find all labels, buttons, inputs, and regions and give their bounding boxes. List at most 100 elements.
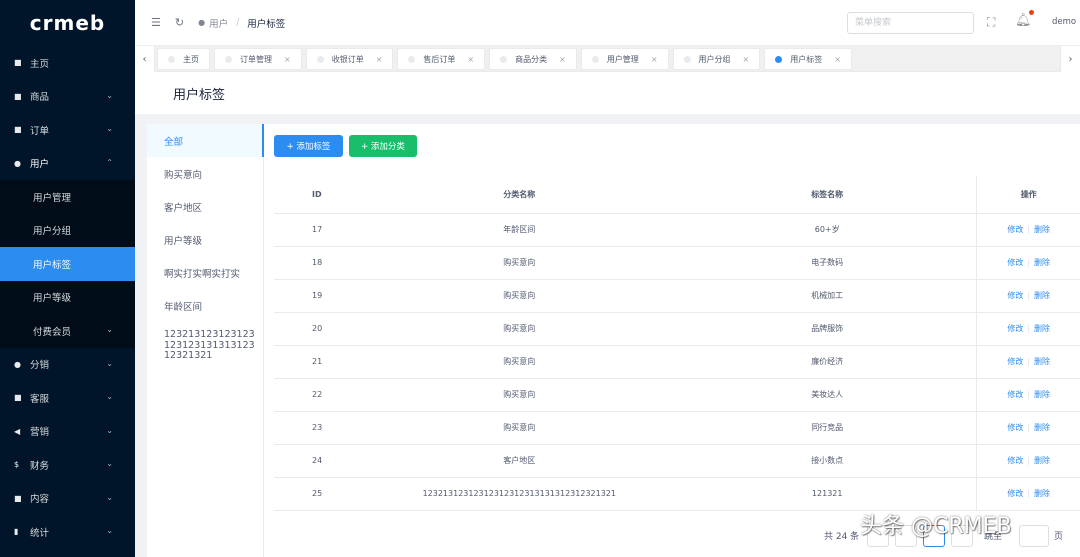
sidebar-item[interactable]: ● 用户 ⌃: [0, 147, 135, 181]
cell-ops: 修改 | 删除: [976, 444, 1080, 478]
bell-icon[interactable]: 🔔︎: [1015, 13, 1032, 28]
pager-total: 共 24 条: [824, 532, 860, 542]
header-id: ID: [274, 176, 361, 214]
add-tag-button[interactable]: + 添加标签: [274, 135, 343, 157]
tab-scroll-left-icon[interactable]: ‹: [135, 46, 155, 72]
chevron-icon: ⌄: [106, 90, 113, 100]
delete-link[interactable]: 删除: [1034, 291, 1050, 300]
edit-link[interactable]: 修改: [1007, 423, 1023, 432]
close-icon[interactable]: ×: [651, 55, 658, 64]
close-icon[interactable]: ×: [284, 55, 291, 64]
cell-tag: 美妆达人: [678, 378, 977, 412]
close-icon[interactable]: ×: [467, 55, 474, 64]
sidebar-subitem[interactable]: 用户分组: [0, 214, 135, 248]
cell-id: 25: [274, 477, 361, 511]
delete-link[interactable]: 删除: [1034, 456, 1050, 465]
edit-link[interactable]: 修改: [1007, 456, 1023, 465]
close-icon[interactable]: ×: [376, 55, 383, 64]
category-item[interactable]: 购买意向: [147, 157, 263, 190]
breadcrumb-current: 用户标签: [247, 18, 286, 30]
tab-dot-icon: [225, 55, 232, 63]
category-item[interactable]: 年龄区间: [147, 289, 263, 322]
tab[interactable]: 收银订单 ×: [305, 48, 394, 70]
cell-category: 购买意向: [360, 312, 678, 346]
edit-link[interactable]: 修改: [1007, 390, 1023, 399]
chevron-icon: ⌄: [106, 124, 113, 133]
edit-link[interactable]: 修改: [1007, 225, 1023, 234]
sidebar-subitem[interactable]: 用户等级: [0, 281, 135, 315]
close-icon[interactable]: ×: [559, 55, 566, 64]
fullscreen-icon[interactable]: ⛶: [987, 15, 995, 30]
shop-icon: ■: [14, 91, 22, 101]
edit-link[interactable]: 修改: [1007, 258, 1023, 267]
menu-search-input[interactable]: [847, 12, 974, 34]
tab-dot-icon: [775, 55, 783, 63]
pager-goto-input[interactable]: [1019, 525, 1049, 547]
tab[interactable]: 订单管理 ×: [214, 48, 302, 70]
add-category-button[interactable]: + 添加分类: [349, 135, 417, 157]
edit-link[interactable]: 修改: [1007, 357, 1023, 366]
tab[interactable]: 商品分类 ×: [489, 48, 577, 70]
sidebar-item[interactable]: ◀ 营销 ⌄: [0, 415, 135, 449]
tab[interactable]: 用户分组 ×: [672, 48, 761, 70]
header-ops: 操作: [976, 176, 1080, 214]
category-item[interactable]: 啊实打实啊实打实: [147, 256, 263, 289]
chevron-icon: ⌄: [106, 358, 113, 368]
sidebar-item-label: 订单: [30, 125, 50, 137]
username[interactable]: demo: [1052, 17, 1076, 27]
breadcrumb-parent[interactable]: 用户: [209, 16, 228, 30]
chevron-icon: ⌃: [106, 157, 113, 167]
delete-link[interactable]: 删除: [1034, 489, 1050, 498]
tab[interactable]: 用户标签 ×: [764, 48, 852, 70]
breadcrumb: ● 用户 / 用户标签: [198, 16, 285, 30]
delete-link[interactable]: 删除: [1034, 258, 1050, 267]
edit-link[interactable]: 修改: [1007, 324, 1023, 333]
cell-ops: 修改 | 删除: [976, 345, 1080, 379]
sidebar-subitem[interactable]: 付费会员 ⌄: [0, 314, 135, 348]
sidebar-item[interactable]: ▮ 统计 ⌄: [0, 515, 135, 549]
sidebar-item[interactable]: ● 分销 ⌄: [0, 348, 135, 382]
sidebar-subitem[interactable]: 用户标签: [0, 247, 135, 281]
sidebar-item[interactable]: ■ 主页: [0, 46, 135, 80]
sidebar-item[interactable]: ■ 商品 ⌄: [0, 80, 135, 114]
sidebar-item[interactable]: ■ 客服 ⌄: [0, 381, 135, 415]
finance-icon: $: [14, 460, 20, 470]
menu-collapse-icon[interactable]: ☰: [151, 16, 161, 29]
sidebar-item[interactable]: $ 财务 ⌄: [0, 448, 135, 482]
tab-label: 主页: [183, 54, 199, 64]
tab[interactable]: 售后订单 ×: [397, 48, 486, 70]
close-icon[interactable]: ×: [834, 55, 841, 64]
sidebar-item[interactable]: ■ 内容 ⌄: [0, 482, 135, 516]
category-item[interactable]: 用户等级: [147, 223, 263, 256]
edit-link[interactable]: 修改: [1007, 489, 1023, 498]
close-icon[interactable]: ×: [743, 55, 750, 64]
tab[interactable]: 用户管理 ×: [580, 48, 669, 70]
cell-category: 购买意向: [360, 345, 678, 379]
header-category: 分类名称: [360, 176, 678, 214]
watermark: 头条 @CRMEB: [860, 514, 1012, 539]
sidebar-item-label: 用户: [30, 159, 50, 171]
cell-id: 23: [274, 411, 361, 445]
tab-label: 用户管理: [606, 54, 639, 64]
tab-label: 用户分组: [698, 54, 731, 64]
delete-link[interactable]: 删除: [1034, 357, 1050, 366]
delete-link[interactable]: 删除: [1034, 423, 1050, 432]
delete-link[interactable]: 删除: [1034, 225, 1050, 234]
category-item[interactable]: 客户地区: [147, 190, 263, 223]
op-divider: |: [1027, 456, 1031, 465]
cell-tag: 接小数点: [678, 444, 977, 478]
page-header: 用户标签: [135, 72, 1080, 114]
delete-link[interactable]: 删除: [1034, 390, 1050, 399]
table-row: 21 购买意向 廉价经济 修改 | 删除: [274, 345, 1080, 379]
tab[interactable]: 主页: [157, 48, 210, 70]
tab-dot-icon: [591, 55, 599, 63]
category-item[interactable]: 12321312312312312312313131312312321321: [147, 322, 263, 362]
sidebar-item[interactable]: ■ 订单 ⌄: [0, 113, 135, 147]
category-item[interactable]: 全部: [147, 124, 264, 157]
refresh-icon[interactable]: ↻: [175, 16, 184, 29]
tab-scroll-right-icon[interactable]: ›: [1060, 46, 1080, 72]
sidebar-subitem[interactable]: 用户管理: [0, 180, 135, 214]
edit-link[interactable]: 修改: [1007, 291, 1023, 300]
cell-id: 22: [274, 378, 361, 412]
delete-link[interactable]: 删除: [1034, 324, 1050, 333]
